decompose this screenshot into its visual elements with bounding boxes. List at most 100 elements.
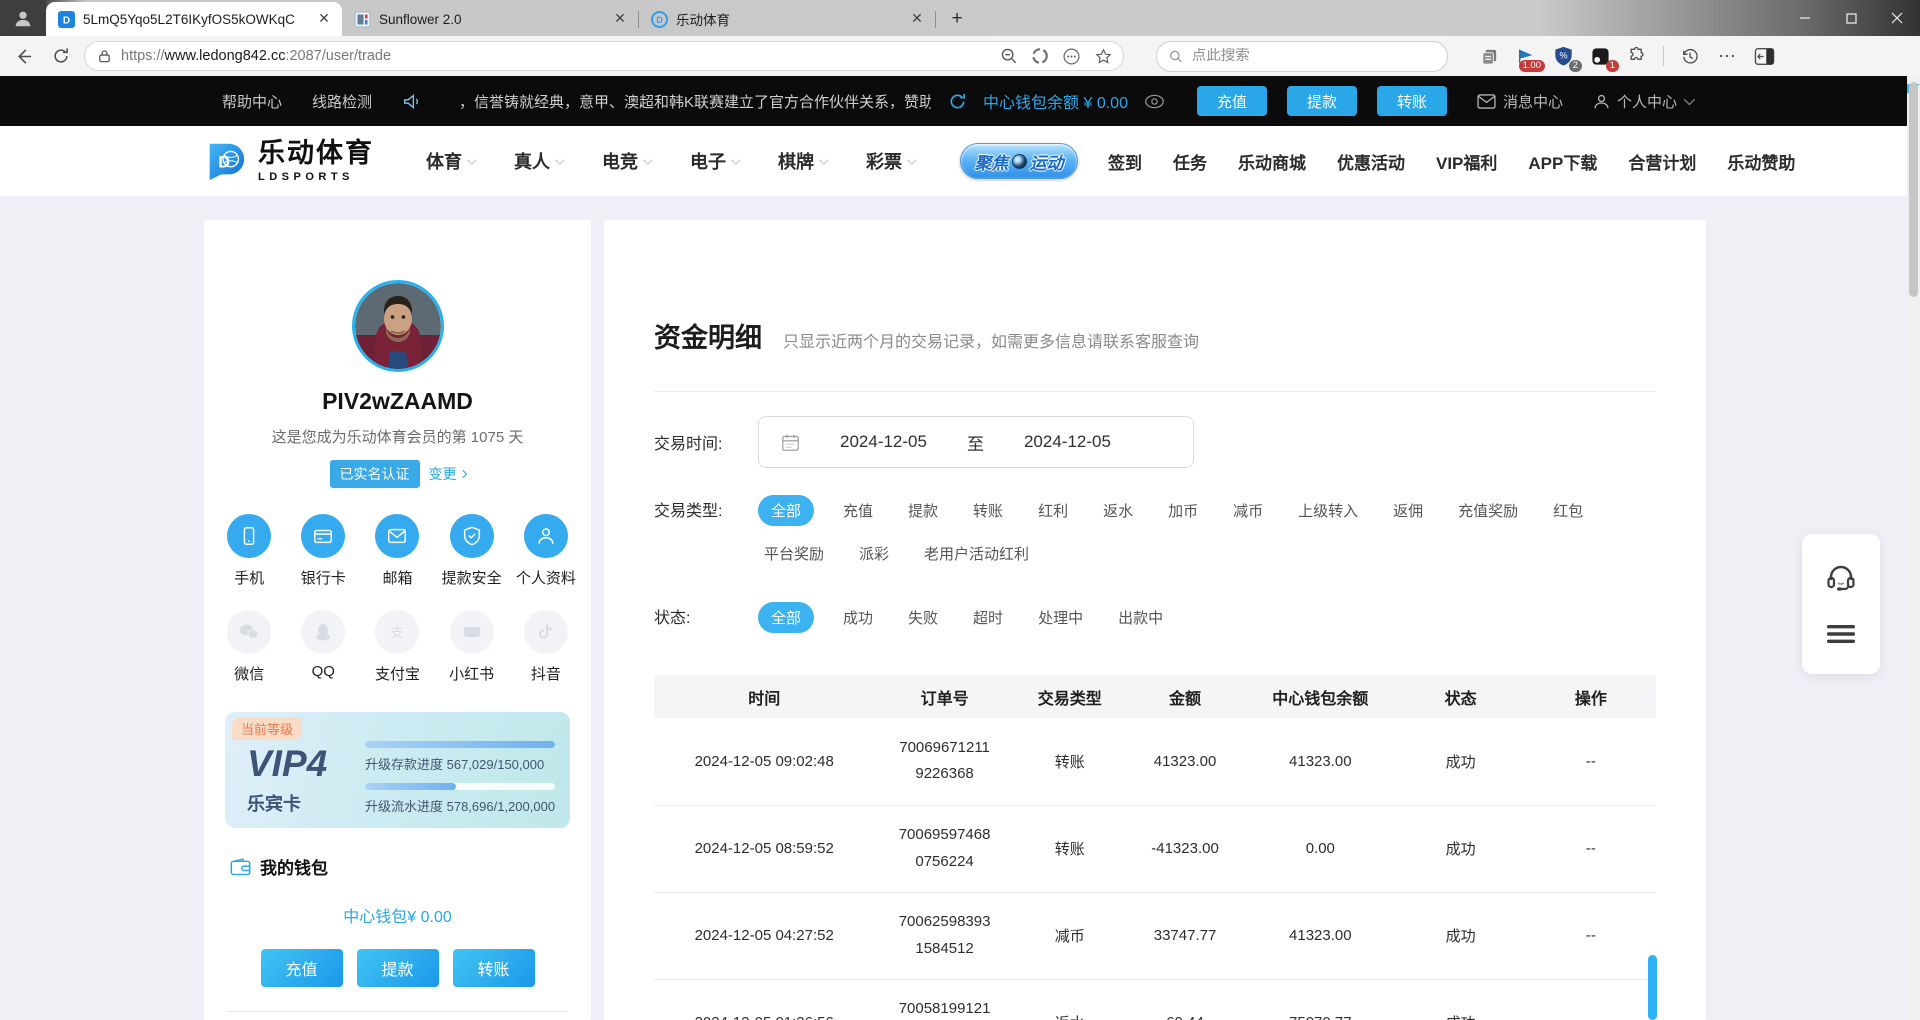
nav-dropdown-item[interactable]: 电竞: [602, 148, 650, 174]
type-filter-pill[interactable]: 提款: [902, 495, 944, 526]
binding-personal-info[interactable]: 个人资料: [509, 514, 583, 588]
binding-email[interactable]: 邮箱: [360, 514, 434, 588]
date-range-picker[interactable]: 2024-12-05 至 2024-12-05: [758, 416, 1194, 468]
nav-dropdown-item[interactable]: 彩票: [866, 148, 914, 174]
date-to-value[interactable]: 2024-12-05: [1024, 432, 1111, 452]
type-filter-pill[interactable]: 全部: [758, 495, 814, 526]
type-filter-pill[interactable]: 红利: [1032, 495, 1074, 526]
settings-more-icon[interactable]: [1716, 45, 1738, 67]
balance-visibility-eye-icon[interactable]: [1144, 94, 1165, 109]
help-center-link[interactable]: 帮助中心: [222, 91, 282, 112]
page-scrollbar-thumb[interactable]: [1909, 82, 1918, 297]
refresh-button[interactable]: [46, 41, 76, 71]
status-filter-pill[interactable]: 失败: [902, 602, 944, 633]
user-avatar[interactable]: [352, 280, 444, 372]
wallet-action-button[interactable]: 提款: [357, 949, 439, 987]
window-minimize-button[interactable]: [1782, 0, 1828, 36]
topbar-wallet-button[interactable]: 提款: [1287, 86, 1357, 116]
focus-sports-button[interactable]: 聚焦 运动: [960, 143, 1078, 179]
zoom-out-icon[interactable]: [1000, 47, 1018, 65]
window-close-button[interactable]: [1874, 0, 1920, 36]
flag-extension-icon[interactable]: 1.00: [1515, 45, 1537, 67]
nav-link-item[interactable]: 优惠活动: [1337, 149, 1405, 174]
topbar-wallet-button[interactable]: 充值: [1197, 86, 1267, 116]
type-filter-pill[interactable]: 返水: [1097, 495, 1139, 526]
nav-link-item[interactable]: APP下载: [1528, 149, 1597, 174]
tab-close-icon[interactable]: ✕: [611, 10, 629, 28]
type-filter-pill[interactable]: 上级转入: [1292, 495, 1364, 526]
site-logo[interactable]: D 乐动体育 LDSPORTS: [202, 138, 374, 184]
window-maximize-button[interactable]: [1828, 0, 1874, 36]
new-tab-button[interactable]: +: [942, 4, 972, 34]
type-filter-pill[interactable]: 红包: [1547, 495, 1589, 526]
nav-link-item[interactable]: 合营计划: [1628, 149, 1696, 174]
binding-qq[interactable]: QQ: [286, 610, 360, 684]
nav-link-item[interactable]: 乐动商城: [1238, 149, 1306, 174]
collections-icon[interactable]: [1478, 45, 1500, 67]
site-permissions-icon[interactable]: [97, 48, 112, 64]
type-filter-pill[interactable]: 加币: [1162, 495, 1204, 526]
type-filter-pill[interactable]: 派彩: [853, 538, 895, 569]
binding-douyin[interactable]: 抖音: [509, 610, 583, 684]
personal-center-menu[interactable]: 个人中心: [1593, 91, 1692, 112]
deposit-progress-label: 升级存款进度 567,029/150,000: [365, 754, 555, 773]
address-bar[interactable]: https://www.ledong842.cc:2087/user/trade: [84, 41, 1124, 71]
binding-alipay[interactable]: 支 支付宝: [360, 610, 434, 684]
extensions-puzzle-icon[interactable]: [1626, 45, 1648, 67]
type-filter-pill[interactable]: 平台奖励: [758, 538, 830, 569]
table-scrollbar-thumb[interactable]: [1648, 955, 1657, 1020]
wallet-action-button[interactable]: 转账: [453, 949, 535, 987]
binding-withdraw-security[interactable]: 提款安全: [435, 514, 509, 588]
search-input[interactable]: [1192, 48, 1435, 64]
rewards-icon[interactable]: [1031, 47, 1049, 65]
customer-service-headset-icon[interactable]: [1825, 564, 1857, 594]
browser-profile-button[interactable]: [0, 0, 46, 36]
tab-close-icon[interactable]: ✕: [908, 10, 926, 28]
shield-extension-icon[interactable]: % 2: [1552, 45, 1574, 67]
tab-3[interactable]: D 乐动体育 ✕: [639, 2, 935, 36]
status-filter-pill[interactable]: 超时: [967, 602, 1009, 633]
nav-link-item[interactable]: VIP福利: [1436, 149, 1497, 174]
line-check-link[interactable]: 线路检测: [312, 91, 372, 112]
status-filter-pill[interactable]: 全部: [758, 602, 814, 633]
status-filter-pill[interactable]: 处理中: [1032, 602, 1089, 633]
more-url-actions-icon[interactable]: [1062, 47, 1081, 66]
favorites-star-icon[interactable]: [1094, 47, 1113, 66]
history-icon[interactable]: [1679, 45, 1701, 67]
nav-link-item[interactable]: 任务: [1173, 149, 1207, 174]
date-from-value[interactable]: 2024-12-05: [840, 432, 927, 452]
search-box[interactable]: [1156, 41, 1448, 72]
change-link[interactable]: 变更: [429, 464, 466, 484]
topbar-wallet-button[interactable]: 转账: [1377, 86, 1447, 116]
tab-close-icon[interactable]: ✕: [315, 10, 333, 28]
nav-dropdown-item[interactable]: 棋牌: [778, 148, 826, 174]
type-filter-pill[interactable]: 充值: [837, 495, 879, 526]
type-filter-pill[interactable]: 充值奖励: [1452, 495, 1524, 526]
split-screen-icon[interactable]: [1753, 45, 1775, 67]
nav-dropdown-item[interactable]: 真人: [514, 148, 562, 174]
binding-xiaohongshu[interactable]: 小红书: [435, 610, 509, 684]
binding-wechat[interactable]: 微信: [212, 610, 286, 684]
nav-dropdown-item[interactable]: 体育: [426, 148, 474, 174]
type-filter-pill[interactable]: 减币: [1227, 495, 1269, 526]
type-filter-pill[interactable]: 返佣: [1387, 495, 1429, 526]
binding-phone[interactable]: 手机: [212, 514, 286, 588]
wallet-action-button[interactable]: 充值: [261, 949, 343, 987]
url-text[interactable]: https://www.ledong842.cc:2087/user/trade: [121, 48, 991, 64]
nav-dropdown-item[interactable]: 电子: [690, 148, 738, 174]
menu-hamburger-icon[interactable]: [1825, 624, 1857, 644]
binding-bankcard[interactable]: 银行卡: [286, 514, 360, 588]
square-extension-icon[interactable]: 1: [1589, 45, 1611, 67]
page-scrollbar[interactable]: [1907, 76, 1920, 1020]
type-filter-pill[interactable]: 老用户活动红利: [918, 538, 1035, 569]
tab-1-active[interactable]: D 5LmQ5Yqo5L2T6IKyfOS5kOWKqC ✕: [46, 2, 342, 36]
type-filter-pill[interactable]: 转账: [967, 495, 1009, 526]
tab-2[interactable]: Sunflower 2.0 ✕: [342, 2, 638, 36]
status-filter-pill[interactable]: 成功: [837, 602, 879, 633]
back-button[interactable]: [8, 41, 38, 71]
nav-link-item[interactable]: 签到: [1108, 149, 1142, 174]
message-center-link[interactable]: 消息中心: [1477, 91, 1563, 112]
status-filter-pill[interactable]: 出款中: [1112, 602, 1169, 633]
nav-link-item[interactable]: 乐动赞助: [1727, 149, 1795, 174]
wallet-refresh-icon[interactable]: [948, 92, 967, 111]
